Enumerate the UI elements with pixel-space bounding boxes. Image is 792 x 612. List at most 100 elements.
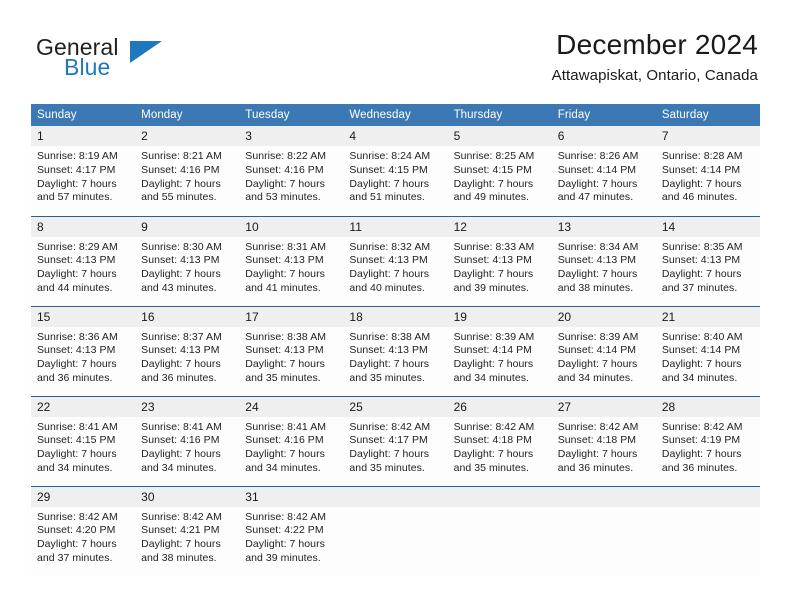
day-cell[interactable]: 22 Sunrise: 8:41 AM Sunset: 4:15 PM Dayligh…	[31, 395, 136, 486]
sunrise-line: Sunrise: 8:40 AM	[661, 330, 743, 343]
day-details: Sunrise: 8:32 AM Sunset: 4:13 PM Daylight:…	[343, 237, 447, 296]
daylight-line-2: and 39 minutes.	[453, 281, 530, 294]
day-cell[interactable]: 2 Sunrise: 8:21 AM Sunset: 4:16 PM Daylight…	[135, 126, 240, 216]
sunrise-line: Sunrise: 8:38 AM	[349, 330, 431, 343]
sunset-line: Sunset: 4:13 PM	[245, 254, 324, 267]
weekday-header-friday: Friday	[551, 104, 656, 126]
daylight-line-1: Daylight: 7 hours	[245, 177, 325, 190]
day-cell[interactable]: 19 Sunrise: 8:39 AM Sunset: 4:14 PM Dayligh…	[447, 305, 552, 396]
day-number: 14	[655, 216, 760, 237]
page-header: General Blue December 2024 Attawapiskat,…	[0, 0, 792, 100]
sunset-line: Sunset: 4:21 PM	[141, 524, 220, 537]
day-details: Sunrise: 8:30 AM Sunset: 4:13 PM Daylight:…	[135, 237, 239, 296]
daylight-line-1: Daylight: 7 hours	[245, 358, 325, 371]
general-blue-logo[interactable]: General Blue	[36, 36, 236, 88]
day-cell[interactable]: 6 Sunrise: 8:26 AM Sunset: 4:14 PM Daylight…	[551, 126, 656, 216]
daylight-line-2: and 35 minutes.	[453, 461, 530, 474]
day-cell[interactable]: 26 Sunrise: 8:42 AM Sunset: 4:18 PM Dayligh…	[447, 395, 552, 486]
sunset-line: Sunset: 4:13 PM	[37, 344, 116, 357]
week-row: 22 Sunrise: 8:41 AM Sunset: 4:15 PM Dayligh…	[31, 395, 760, 486]
daylight-line-2: and 37 minutes.	[37, 551, 113, 564]
day-cell[interactable]: 9 Sunrise: 8:30 AM Sunset: 4:13 PM Daylight…	[135, 215, 240, 306]
daylight-line-2: and 35 minutes.	[245, 371, 321, 384]
day-cell[interactable]: 3 Sunrise: 8:22 AM Sunset: 4:16 PM Daylight…	[239, 126, 344, 216]
daylight-line-1: Daylight: 7 hours	[245, 448, 325, 461]
sunrise-line: Sunrise: 8:42 AM	[557, 420, 639, 433]
logo-triangle-icon	[130, 41, 162, 63]
day-details: Sunrise: 8:34 AM Sunset: 4:13 PM Daylight:…	[552, 237, 656, 296]
weekday-header-thursday: Thursday	[447, 104, 552, 126]
sunrise-line: Sunrise: 8:41 AM	[245, 420, 327, 433]
day-number: 1	[31, 126, 136, 146]
day-details: Sunrise: 8:28 AM Sunset: 4:14 PM Daylight:…	[656, 146, 760, 205]
day-cell[interactable]: 17 Sunrise: 8:38 AM Sunset: 4:13 PM Dayligh…	[239, 305, 344, 396]
day-cell[interactable]: 12 Sunrise: 8:33 AM Sunset: 4:13 PM Dayligh…	[447, 215, 552, 306]
day-cell[interactable]: 31 Sunrise: 8:42 AM Sunset: 4:22 PM Dayligh…	[239, 485, 344, 576]
day-cell[interactable]: 16 Sunrise: 8:37 AM Sunset: 4:13 PM Dayligh…	[135, 305, 240, 396]
day-cell[interactable]: 4 Sunrise: 8:24 AM Sunset: 4:15 PM Daylight…	[343, 126, 448, 216]
day-cell[interactable]: 10 Sunrise: 8:31 AM Sunset: 4:13 PM Dayligh…	[239, 215, 344, 306]
sunrise-line: Sunrise: 8:21 AM	[141, 150, 222, 162]
day-number: 19	[447, 306, 552, 327]
day-cell[interactable]: 14 Sunrise: 8:35 AM Sunset: 4:13 PM Dayligh…	[655, 215, 760, 306]
week-row: 1 Sunrise: 8:19 AM Sunset: 4:17 PM Daylight…	[31, 126, 760, 216]
daylight-line-1: Daylight: 7 hours	[141, 448, 221, 461]
day-cell[interactable]: 7 Sunrise: 8:28 AM Sunset: 4:14 PM Daylight…	[655, 126, 760, 216]
day-cell[interactable]: 27 Sunrise: 8:42 AM Sunset: 4:18 PM Dayligh…	[551, 395, 656, 486]
sunset-line: Sunset: 4:14 PM	[661, 344, 741, 357]
sunset-line: Sunset: 4:16 PM	[141, 163, 220, 176]
day-cell[interactable]: 15 Sunrise: 8:36 AM Sunset: 4:13 PM Dayligh…	[31, 305, 136, 396]
day-cell[interactable]: 5 Sunrise: 8:25 AM Sunset: 4:15 PM Daylight…	[447, 126, 552, 216]
day-details: Sunrise: 8:40 AM Sunset: 4:14 PM Daylight:…	[656, 327, 760, 386]
sunrise-line: Sunrise: 8:33 AM	[453, 240, 535, 253]
day-number: 10	[239, 216, 344, 237]
day-details	[448, 507, 552, 511]
daylight-line-2: and 34 minutes.	[557, 371, 634, 384]
sunrise-line: Sunrise: 8:30 AM	[141, 240, 222, 253]
day-cell[interactable]: 23 Sunrise: 8:41 AM Sunset: 4:16 PM Dayligh…	[135, 395, 240, 486]
day-cell[interactable]: 11 Sunrise: 8:32 AM Sunset: 4:13 PM Dayligh…	[343, 215, 448, 306]
day-cell[interactable]: 8 Sunrise: 8:29 AM Sunset: 4:13 PM Daylight…	[31, 215, 136, 306]
day-cell[interactable]: 28 Sunrise: 8:42 AM Sunset: 4:19 PM Dayligh…	[655, 395, 760, 486]
day-cell[interactable]: 18 Sunrise: 8:38 AM Sunset: 4:13 PM Dayligh…	[343, 305, 448, 396]
sunset-line: Sunset: 4:19 PM	[661, 434, 741, 447]
week-row: 29 Sunrise: 8:42 AM Sunset: 4:20 PM Dayligh…	[31, 485, 760, 576]
sunset-line: Sunset: 4:13 PM	[37, 254, 116, 267]
title-block: December 2024 Attawapiskat, Ontario, Can…	[552, 28, 758, 87]
day-cell[interactable]: 30 Sunrise: 8:42 AM Sunset: 4:21 PM Dayligh…	[135, 485, 240, 576]
day-cell[interactable]: 21 Sunrise: 8:40 AM Sunset: 4:14 PM Dayligh…	[655, 305, 760, 396]
sunset-line: Sunset: 4:16 PM	[141, 434, 220, 447]
sunrise-line: Sunrise: 8:42 AM	[245, 510, 327, 523]
day-cell[interactable]: 20 Sunrise: 8:39 AM Sunset: 4:14 PM Dayligh…	[551, 305, 656, 396]
logo-text-blue: Blue	[64, 54, 111, 80]
day-number: 3	[239, 126, 344, 146]
sunset-line: Sunset: 4:17 PM	[349, 434, 428, 447]
sunrise-line: Sunrise: 8:26 AM	[557, 150, 639, 162]
day-cell[interactable]: 24 Sunrise: 8:41 AM Sunset: 4:16 PM Dayligh…	[239, 395, 344, 486]
day-number: 22	[31, 396, 136, 417]
daylight-line-2: and 36 minutes.	[661, 461, 738, 474]
sunrise-line: Sunrise: 8:42 AM	[349, 420, 431, 433]
sunrise-line: Sunrise: 8:41 AM	[37, 420, 118, 433]
day-number: 7	[655, 126, 760, 146]
day-details: Sunrise: 8:33 AM Sunset: 4:13 PM Daylight:…	[448, 237, 552, 296]
day-number	[447, 486, 552, 507]
sunset-line: Sunset: 4:13 PM	[349, 344, 428, 357]
daylight-line-1: Daylight: 7 hours	[141, 538, 221, 551]
day-details: Sunrise: 8:42 AM Sunset: 4:19 PM Daylight:…	[656, 417, 760, 476]
day-details: Sunrise: 8:42 AM Sunset: 4:18 PM Daylight:…	[552, 417, 656, 476]
day-details: Sunrise: 8:41 AM Sunset: 4:15 PM Daylight:…	[31, 417, 135, 476]
daylight-line-1: Daylight: 7 hours	[557, 177, 638, 190]
day-details: Sunrise: 8:42 AM Sunset: 4:18 PM Daylight:…	[448, 417, 552, 476]
daylight-line-1: Daylight: 7 hours	[453, 268, 534, 281]
day-cell[interactable]: 25 Sunrise: 8:42 AM Sunset: 4:17 PM Dayligh…	[343, 395, 448, 486]
daylight-line-2: and 44 minutes.	[37, 281, 113, 294]
day-cell[interactable]: 29 Sunrise: 8:42 AM Sunset: 4:20 PM Dayligh…	[31, 485, 136, 576]
daylight-line-1: Daylight: 7 hours	[661, 448, 742, 461]
day-cell[interactable]: 13 Sunrise: 8:34 AM Sunset: 4:13 PM Dayligh…	[551, 215, 656, 306]
day-cell[interactable]: 1 Sunrise: 8:19 AM Sunset: 4:17 PM Daylight…	[31, 126, 136, 216]
day-details: Sunrise: 8:39 AM Sunset: 4:14 PM Daylight:…	[552, 327, 656, 386]
day-details: Sunrise: 8:19 AM Sunset: 4:17 PM Daylight:…	[31, 146, 135, 205]
weekday-header-monday: Monday	[135, 104, 240, 126]
day-details: Sunrise: 8:42 AM Sunset: 4:17 PM Daylight:…	[343, 417, 447, 476]
